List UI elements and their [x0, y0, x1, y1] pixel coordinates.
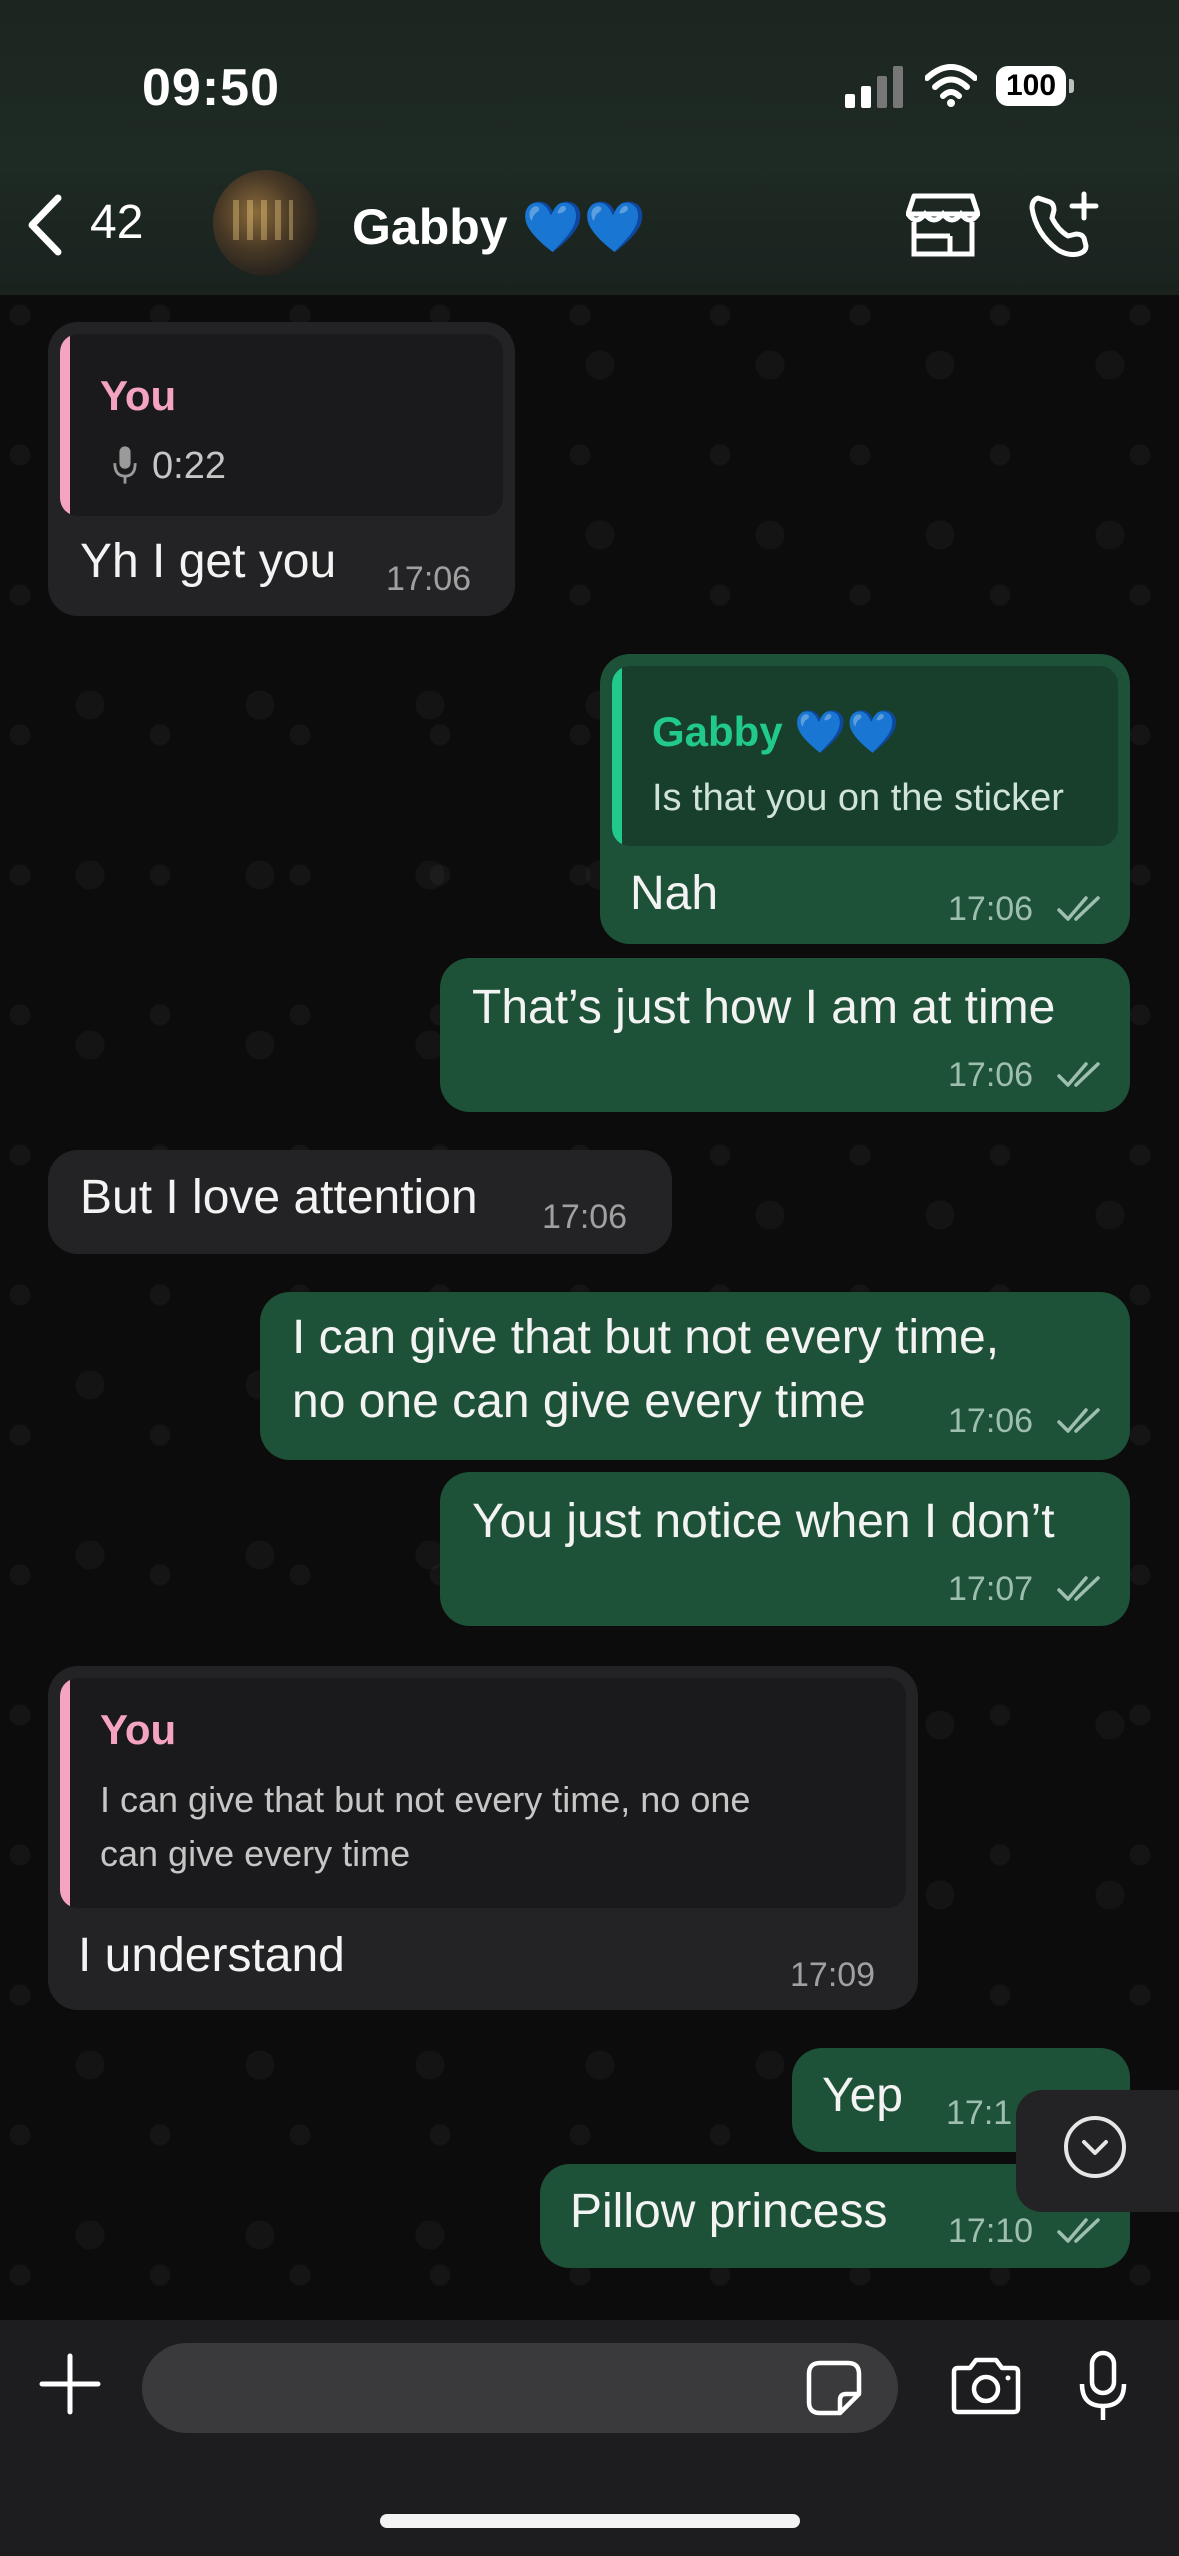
- contact-name[interactable]: Gabby 💙💙: [352, 198, 646, 257]
- message-bubble-outgoing[interactable]: That’s just how I am at time 17:06: [440, 958, 1130, 1112]
- message-input[interactable]: [142, 2343, 898, 2433]
- voice-note-duration: 0:22: [152, 445, 226, 487]
- avatar[interactable]: [213, 170, 319, 276]
- plus-icon[interactable]: [38, 2352, 102, 2416]
- message-text: You just notice when I don’t: [472, 1495, 1055, 1548]
- wifi-icon: [925, 64, 977, 107]
- double-check-icon: [1057, 1408, 1100, 1433]
- message-bubble-outgoing[interactable]: You just notice when I don’t 17:07: [440, 1472, 1130, 1626]
- chevron-left-icon[interactable]: [22, 190, 70, 260]
- message-text: I understand: [78, 1929, 345, 1982]
- message-bubble-incoming[interactable]: But I love attention 17:06: [48, 1150, 672, 1254]
- message-time: 17:09: [790, 1956, 876, 1994]
- quoted-message[interactable]: You 0:22: [60, 334, 503, 516]
- message-bubble-outgoing[interactable]: I can give that but not every time, no o…: [260, 1292, 1130, 1460]
- phone-add-icon[interactable]: [1028, 190, 1102, 260]
- message-text: Yep: [822, 2069, 903, 2122]
- message-time: 17:06: [542, 1198, 628, 1236]
- message-bubble-incoming[interactable]: You I can give that but not every time, …: [48, 1666, 918, 2010]
- double-check-icon: [1057, 1062, 1100, 1087]
- message-time: 17:07: [948, 1570, 1034, 1608]
- message-time: 17:06: [948, 1056, 1034, 1094]
- message-time: 17:1: [946, 2094, 1013, 2132]
- message-text: But I love attention: [80, 1171, 478, 1224]
- message-time: 17:10: [948, 2212, 1034, 2250]
- message-text-line2: no one can give every time: [292, 1375, 866, 1428]
- message-text: Yh I get you: [80, 535, 337, 588]
- microphone-icon[interactable]: [1078, 2350, 1128, 2422]
- double-check-icon: [1057, 1576, 1100, 1601]
- sticker-icon[interactable]: [806, 2360, 862, 2416]
- status-time: 09:50: [142, 59, 280, 117]
- quote-author: You: [100, 372, 177, 419]
- unread-chats-count[interactable]: 42: [90, 195, 143, 250]
- quoted-message[interactable]: Gabby 💙💙 Is that you on the sticker: [612, 666, 1118, 846]
- message-text: Pillow princess: [570, 2185, 888, 2238]
- quote-author: Gabby 💙💙: [652, 708, 899, 755]
- message-time: 17:06: [948, 1402, 1034, 1440]
- scroll-to-bottom-button[interactable]: [1016, 2090, 1179, 2212]
- chat-header: 09:50 100 42 Gabby 💙💙: [0, 0, 1179, 295]
- battery-level: 100: [996, 66, 1066, 106]
- cellular-signal-icon: [845, 66, 903, 108]
- battery-indicator: 100: [996, 66, 1076, 106]
- message-bubble-incoming[interactable]: You 0:22 Yh I get you 17:06: [48, 322, 515, 616]
- message-time: 17:06: [386, 560, 472, 598]
- double-check-icon: [1057, 896, 1100, 921]
- message-text-line1: I can give that but not every time,: [292, 1311, 1000, 1364]
- message-text: Nah: [630, 867, 719, 920]
- home-indicator[interactable]: [380, 2514, 800, 2528]
- quote-text-line2: can give every time: [100, 1833, 411, 1874]
- quote-author: You: [100, 1706, 177, 1753]
- message-time: 17:06: [948, 890, 1034, 928]
- quote-text: Is that you on the sticker: [652, 777, 1064, 819]
- message-bubble-outgoing[interactable]: Gabby 💙💙 Is that you on the sticker Nah …: [600, 654, 1130, 944]
- double-check-icon: [1057, 2218, 1100, 2243]
- microphone-icon: [113, 446, 137, 484]
- storefront-icon[interactable]: [906, 192, 980, 258]
- chevron-down-icon: [1064, 2116, 1126, 2178]
- camera-icon[interactable]: [950, 2356, 1022, 2416]
- quote-text-line1: I can give that but not every time, no o…: [100, 1779, 751, 1820]
- message-text: That’s just how I am at time: [472, 981, 1056, 1034]
- quoted-message[interactable]: You I can give that but not every time, …: [60, 1678, 906, 1908]
